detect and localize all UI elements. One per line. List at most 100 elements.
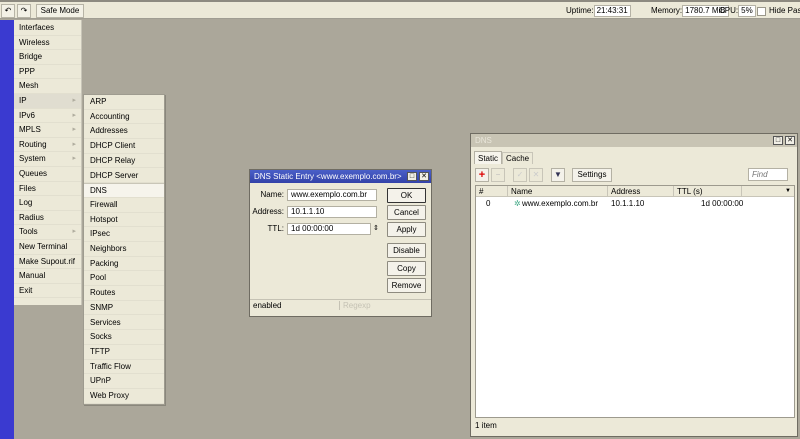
menu-item-files[interactable]: Files (14, 182, 81, 197)
address-field[interactable]: 10.1.1.10 (287, 206, 377, 218)
address-label: Address: (252, 207, 284, 216)
menu-item-label: Files (19, 183, 36, 193)
menu-item-ipv6[interactable]: IPv6 ▸ (14, 109, 81, 124)
column-address[interactable]: Address (608, 186, 674, 197)
disable-button[interactable]: Disable (387, 243, 426, 258)
submenu-item-ipsec[interactable]: IPsec (84, 227, 164, 242)
submenu-item-tftp[interactable]: TFTP (84, 345, 164, 360)
apply-button[interactable]: Apply (387, 222, 426, 237)
menu-item-label: PPP (19, 66, 36, 76)
close-icon[interactable]: ✕ (419, 172, 429, 181)
menu-item-log[interactable]: Log (14, 196, 81, 211)
menu-item-label: Wireless (19, 37, 50, 47)
menu-item-ppp[interactable]: PPP (14, 65, 81, 80)
dialog-title-bar[interactable]: DNS Static Entry <www.exemplo.com.br> (250, 170, 431, 183)
submenu-item-dns[interactable]: DNS (84, 183, 164, 198)
enable-icon[interactable]: ✓ (513, 168, 527, 182)
disable-icon[interactable]: ✕ (529, 168, 543, 182)
table-row[interactable]: 0 ✲ www.exemplo.com.br 10.1.1.10 1d 00:0… (476, 198, 794, 209)
undo-icon[interactable]: ↶ (1, 4, 15, 18)
menu-item-interfaces[interactable]: Interfaces (14, 21, 81, 36)
remove-button[interactable]: Remove (387, 278, 426, 293)
menu-item-manual[interactable]: Manual (14, 269, 81, 284)
maximize-icon[interactable]: □ (773, 136, 783, 145)
column-menu-icon[interactable]: ▼ (785, 186, 791, 197)
menu-item-make-supout-rif[interactable]: Make Supout.rif (14, 255, 81, 270)
submenu-item-firewall[interactable]: Firewall (84, 198, 164, 213)
menu-item-system[interactable]: System ▸ (14, 152, 81, 167)
regexp-label: Regexp (339, 301, 371, 310)
menu-item-mpls[interactable]: MPLS ▸ (14, 123, 81, 138)
dns-title-bar[interactable]: DNS (471, 134, 797, 147)
divider (250, 299, 431, 300)
remove-icon[interactable]: − (491, 168, 505, 182)
ok-button[interactable]: OK (387, 188, 426, 203)
entry-icon: ✲ (514, 199, 521, 208)
close-icon[interactable]: ✕ (785, 136, 795, 145)
menu-item-mesh[interactable]: Mesh (14, 79, 81, 94)
cancel-button[interactable]: Cancel (387, 205, 426, 220)
submenu-item-routes[interactable]: Routes (84, 286, 164, 301)
submenu-arrow-icon: ▸ (72, 111, 76, 119)
item-count: 1 item (475, 421, 497, 430)
submenu-arrow-icon: ▸ (72, 155, 76, 163)
submenu-item-traffic-flow[interactable]: Traffic Flow (84, 360, 164, 375)
safe-mode-button[interactable]: Safe Mode (36, 4, 84, 18)
column-num[interactable]: # (476, 186, 508, 197)
menu-item-bridge[interactable]: Bridge (14, 50, 81, 65)
submenu-item-snmp[interactable]: SNMP (84, 301, 164, 316)
submenu-item-addresses[interactable]: Addresses (84, 124, 164, 140)
tab-static[interactable]: Static (474, 151, 503, 164)
submenu-item-hotspot[interactable]: Hotspot (84, 213, 164, 228)
menu-item-new-terminal[interactable]: New Terminal (14, 240, 81, 255)
menu-item-label: Tools (19, 227, 38, 237)
menu-item-radius[interactable]: Radius (14, 211, 81, 226)
copy-button[interactable]: Copy (387, 261, 426, 276)
submenu-item-dhcp-relay[interactable]: DHCP Relay (84, 154, 164, 169)
ttl-field[interactable]: 1d 00:00:00 (287, 223, 371, 235)
toolbar: ↶ ↷ Safe Mode Uptime: 21:43:31 Memory: 178… (0, 0, 800, 19)
submenu-item-arp[interactable]: ARP (84, 95, 164, 110)
ip-submenu: ARP Accounting Addresses DHCP Client DHCP Re… (83, 94, 165, 405)
column-name[interactable]: Name (508, 186, 608, 197)
column-ttl[interactable]: TTL (s) (674, 186, 742, 197)
menu-item-wireless[interactable]: Wireless (14, 36, 81, 51)
settings-button[interactable]: Settings (572, 168, 612, 182)
menu-item-exit[interactable]: Exit (14, 284, 81, 299)
submenu-item-packing[interactable]: Packing (84, 257, 164, 272)
submenu-item-upnp[interactable]: UPnP (84, 374, 164, 389)
menu-item-queues[interactable]: Queues (14, 167, 81, 182)
submenu-item-accounting[interactable]: Accounting (84, 110, 164, 125)
maximize-icon[interactable]: □ (407, 172, 417, 181)
submenu-item-socks[interactable]: Socks (84, 330, 164, 345)
cpu-label: CPU: (719, 6, 739, 15)
submenu-item-dhcp-server[interactable]: DHCP Server (84, 169, 164, 184)
tab-cache[interactable]: Cache (502, 152, 534, 164)
menu-item-label: Routing (19, 139, 47, 149)
menu-item-label: IP (19, 96, 27, 105)
submenu-item-neighbors[interactable]: Neighbors (84, 242, 164, 257)
memory-label: Memory: (651, 6, 683, 15)
menu-item-routing[interactable]: Routing ▸ (14, 138, 81, 153)
cpu-value: 5% (738, 5, 756, 17)
menu-item-label: Log (19, 198, 33, 208)
name-field[interactable]: www.exemplo.com.br (287, 189, 377, 201)
submenu-item-dhcp-client[interactable]: DHCP Client (84, 139, 164, 154)
spinner-icon[interactable]: ⇕ (373, 224, 379, 232)
hide-passwords-checkbox[interactable] (757, 7, 766, 16)
dialog-title: DNS Static Entry <www.exemplo.com.br> (254, 172, 402, 181)
ttl-label: TTL: (267, 224, 284, 233)
submenu-arrow-icon: ▸ (72, 228, 76, 236)
row-num: 0 (486, 199, 491, 208)
menu-item-ip[interactable]: IP ▸ (14, 94, 81, 109)
uptime-label: Uptime: (566, 6, 594, 15)
menu-item-label: MPLS (19, 125, 41, 135)
submenu-item-pool[interactable]: Pool (84, 271, 164, 287)
submenu-item-web-proxy[interactable]: Web Proxy (84, 389, 164, 404)
redo-icon[interactable]: ↷ (17, 4, 31, 18)
add-icon[interactable]: + (475, 168, 489, 182)
submenu-item-services[interactable]: Services (84, 316, 164, 331)
menu-item-tools[interactable]: Tools ▸ (14, 225, 81, 240)
find-input[interactable] (748, 168, 788, 181)
filter-icon[interactable]: ▼ (551, 168, 565, 182)
